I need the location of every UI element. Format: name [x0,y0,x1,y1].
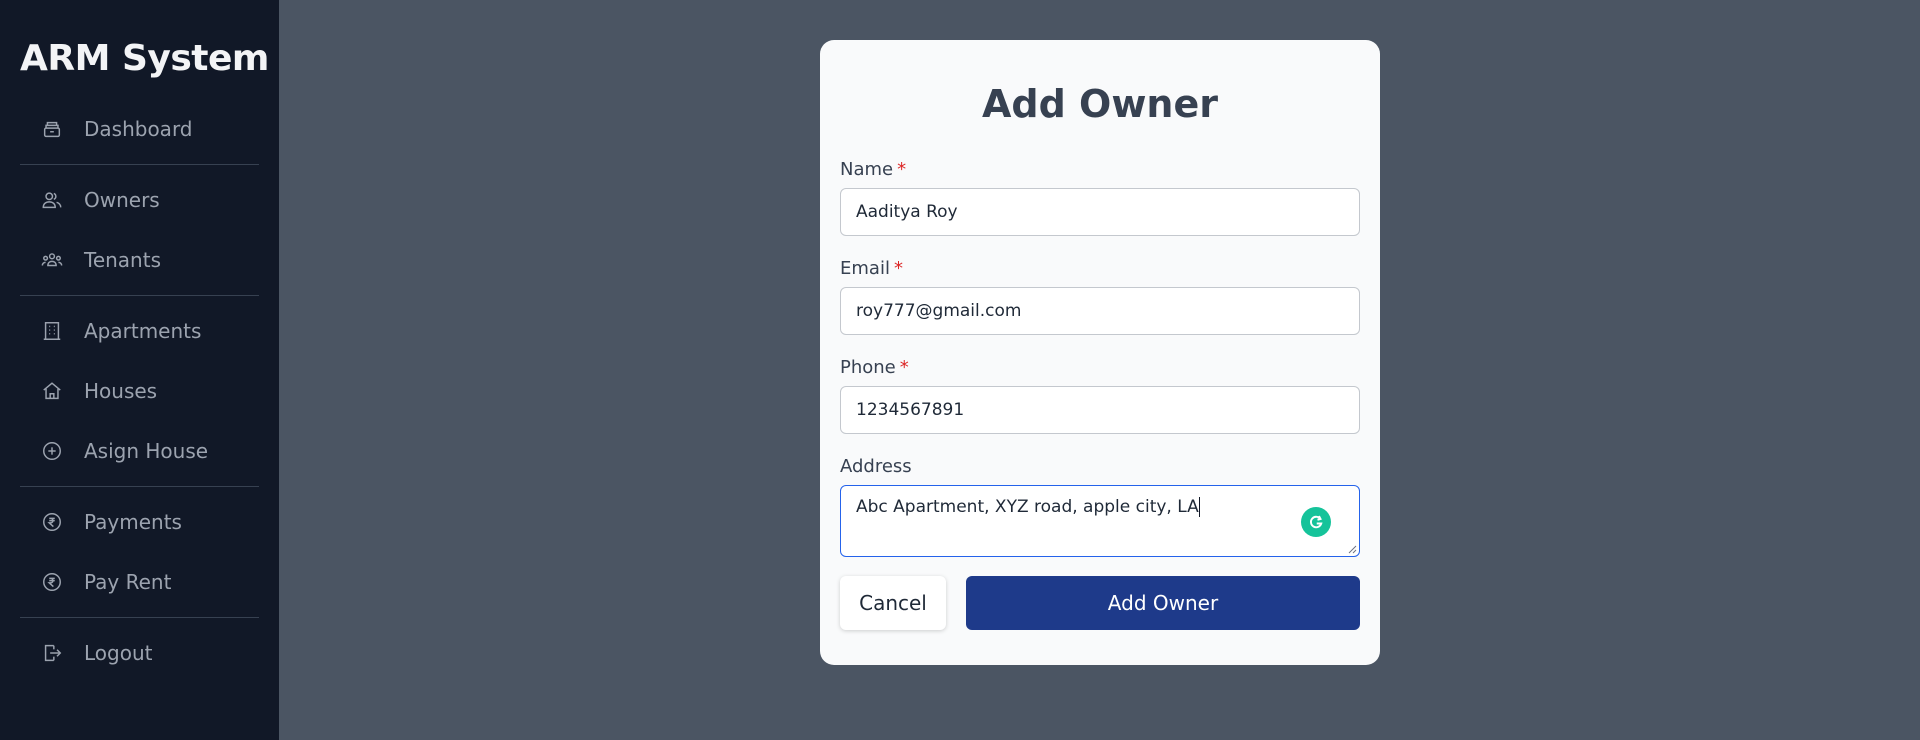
modal-title: Add Owner [981,82,1218,126]
email-field-group: Email * [840,259,1360,335]
sidebar-item-payments[interactable]: Payments [20,492,259,552]
cancel-button[interactable]: Cancel [840,576,946,630]
add-owner-modal: Add Owner Name* Email* Phone* Address Ab… [820,40,1380,665]
phone-label: Phone * [840,357,909,378]
rupee-circle-icon [40,570,64,594]
grammarly-icon[interactable] [1301,507,1331,537]
name-label: Name * [840,159,907,180]
email-label: Email * [840,258,903,279]
address-textarea[interactable]: Abc Apartment, XYZ road, apple city, LA [840,485,1360,557]
sidebar-item-houses[interactable]: Houses [20,361,259,421]
sidebar-item-label: Tenants [84,248,161,272]
sidebar-item-label: Owners [84,188,160,212]
sidebar-item-asign-house[interactable]: Asign House [20,421,259,481]
home-icon [40,379,64,403]
required-marker: * [899,357,909,378]
name-input[interactable] [840,188,1360,236]
user-group-icon [40,248,64,272]
add-owner-button[interactable]: Add Owner [966,576,1360,630]
plus-circle-icon [40,439,64,463]
sidebar-item-apartments[interactable]: Apartments [20,301,259,361]
address-field-group: Address Abc Apartment, XYZ road, apple c… [840,457,1360,557]
users-icon [40,188,64,212]
sidebar-divider [20,295,259,296]
phone-field-group: Phone * [840,358,1360,434]
required-marker: * [893,258,903,279]
sidebar-item-owners[interactable]: Owners [20,170,259,230]
app-title: ARM System [20,38,269,79]
sidebar-item-label: Logout [84,641,153,665]
sidebar-item-label: Dashboard [84,117,193,141]
sidebar-item-logout[interactable]: Logout [20,623,259,683]
required-marker: * [897,159,907,180]
email-input[interactable] [840,287,1360,335]
sidebar-divider [20,486,259,487]
address-value: Abc Apartment, XYZ road, apple city, LA [856,497,1199,517]
sidebar-item-tenants[interactable]: Tenants [20,230,259,290]
text-caret [1198,497,1200,517]
sidebar-item-pay-rent[interactable]: Pay Rent [20,552,259,612]
sidebar-item-label: Houses [84,379,158,403]
sidebar-item-label: Apartments [84,319,202,343]
logout-icon [40,641,64,665]
resize-handle-icon[interactable] [1347,544,1357,554]
building-icon [40,319,64,343]
sidebar-item-label: Pay Rent [84,570,172,594]
sidebar-divider [20,617,259,618]
sidebar-divider [20,164,259,165]
sidebar: ARM System Dashboard Owners Tenants Apar… [0,0,279,740]
address-label: Address [840,456,912,477]
sidebar-item-label: Asign House [84,439,209,463]
name-field-group: Name * [840,160,1360,236]
rupee-circle-icon [40,510,64,534]
drawers-icon [40,117,64,141]
phone-input[interactable] [840,386,1360,434]
modal-actions: Cancel Add Owner [840,576,1360,630]
sidebar-item-label: Payments [84,510,182,534]
sidebar-item-dashboard[interactable]: Dashboard [20,99,259,159]
